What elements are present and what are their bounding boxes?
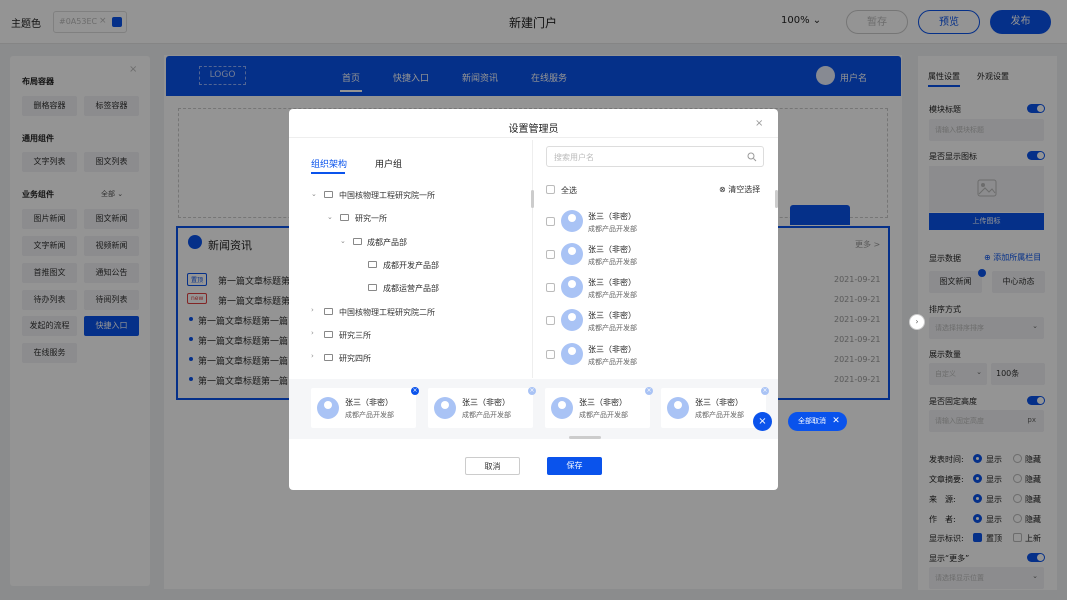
close-icon: ✕ (832, 416, 840, 426)
remove-icon[interactable]: × (645, 387, 653, 395)
tree-node[interactable]: 成都产品部 (367, 237, 407, 248)
selected-user-card: 张三（非密） 成都产品开发部 (311, 388, 416, 428)
save-button[interactable]: 保存 (547, 457, 602, 475)
user-search-input[interactable]: 搜索用户名 (546, 146, 764, 167)
user-checkbox[interactable] (546, 283, 555, 292)
avatar (434, 397, 456, 419)
folder-icon (353, 238, 362, 245)
chevron-down-icon[interactable]: ⌄ (340, 237, 346, 245)
user-dept: 成都产品开发部 (588, 358, 637, 366)
folder-icon (368, 284, 377, 291)
avatar (317, 397, 339, 419)
tree-node[interactable]: 研究四所 (339, 353, 371, 364)
user-dept: 成都产品开发部 (588, 324, 637, 332)
remove-icon[interactable]: × (528, 387, 536, 395)
user-checkbox[interactable] (546, 316, 555, 325)
user-name: 张三（非密） (588, 345, 636, 354)
selected-user-card: 张三（非密） 成都产品开发部 (661, 388, 766, 428)
modal-title: 设置管理员 (508, 124, 559, 135)
chevron-down-icon[interactable]: ⌄ (327, 213, 333, 221)
selected-user-card: 张三（非密） 成都产品开发部 (545, 388, 650, 428)
cancel-all-button[interactable]: 全部取消 ✕ (788, 412, 847, 431)
user-checkbox[interactable] (546, 217, 555, 226)
remove-icon[interactable]: × (411, 387, 419, 395)
divider (532, 140, 533, 378)
tree-node[interactable]: 中国核物理工程研究院二所 (339, 307, 435, 318)
user-name: 张三（非密） (588, 278, 636, 287)
folder-icon (324, 308, 333, 315)
tab-group[interactable]: 用户组 (375, 157, 402, 170)
avatar (551, 397, 573, 419)
tab-org[interactable]: 组织架构 (311, 157, 347, 170)
user-dept: 成都产品开发部 (462, 411, 511, 419)
avatar (561, 210, 583, 232)
close-icon[interactable]: × (753, 412, 772, 431)
user-name: 张三（非密） (588, 212, 636, 221)
user-name: 张三（非密） (462, 398, 510, 407)
remove-icon[interactable]: × (761, 387, 769, 395)
selected-user-card: 张三（非密） 成都产品开发部 (428, 388, 533, 428)
avatar (561, 276, 583, 298)
folder-icon (324, 191, 333, 198)
avatar (561, 243, 583, 265)
search-icon (747, 152, 757, 162)
tree-node[interactable]: 成都开发产品部 (383, 260, 439, 271)
folder-icon (324, 331, 333, 338)
scrollbar[interactable] (775, 190, 778, 208)
chevron-right-icon[interactable]: › (311, 306, 314, 314)
folder-icon (368, 261, 377, 268)
user-checkbox[interactable] (546, 250, 555, 259)
user-dept: 成都产品开发部 (695, 411, 744, 419)
clear-selection-label: 清空选择 (728, 185, 761, 194)
clear-selection-button[interactable]: ⊗ 清空选择 (719, 184, 760, 195)
user-name: 张三（非密） (345, 398, 393, 407)
user-dept: 成都产品开发部 (588, 258, 637, 266)
user-name: 张三（非密） (579, 398, 627, 407)
user-name: 张三（非密） (588, 245, 636, 254)
drag-handle[interactable] (569, 436, 601, 439)
divider (289, 137, 778, 138)
user-checkbox[interactable] (546, 350, 555, 359)
cancel-button[interactable]: 取消 (465, 457, 520, 475)
folder-icon (340, 214, 349, 221)
chevron-right-icon[interactable]: › (311, 329, 314, 337)
close-icon[interactable]: × (755, 118, 763, 129)
tab-indicator (311, 172, 345, 174)
avatar (561, 343, 583, 365)
select-all-checkbox[interactable] (546, 185, 555, 194)
tree-node[interactable]: 研究三所 (339, 330, 371, 341)
search-placeholder: 搜索用户名 (554, 153, 594, 162)
cancel-all-label: 全部取消 (798, 417, 826, 425)
avatar (561, 309, 583, 331)
tree-node[interactable]: 中国核物理工程研究院一所 (339, 190, 435, 201)
user-dept: 成都产品开发部 (345, 411, 394, 419)
user-dept: 成都产品开发部 (588, 225, 637, 233)
folder-icon (324, 354, 333, 361)
scrollbar[interactable] (531, 190, 534, 208)
tree-node[interactable]: 研究一所 (355, 213, 387, 224)
select-all-label: 全选 (561, 186, 577, 195)
avatar (667, 397, 689, 419)
chevron-right-icon[interactable]: › (311, 352, 314, 360)
clear-icon: ⊗ (719, 185, 726, 194)
user-dept: 成都产品开发部 (588, 291, 637, 299)
chevron-right-icon[interactable]: › (909, 314, 925, 330)
chevron-down-icon[interactable]: ⌄ (311, 190, 317, 198)
tree-node[interactable]: 成都运营产品部 (383, 283, 439, 294)
user-dept: 成都产品开发部 (579, 411, 628, 419)
user-name: 张三（非密） (588, 311, 636, 320)
user-name: 张三（非密） (695, 398, 743, 407)
